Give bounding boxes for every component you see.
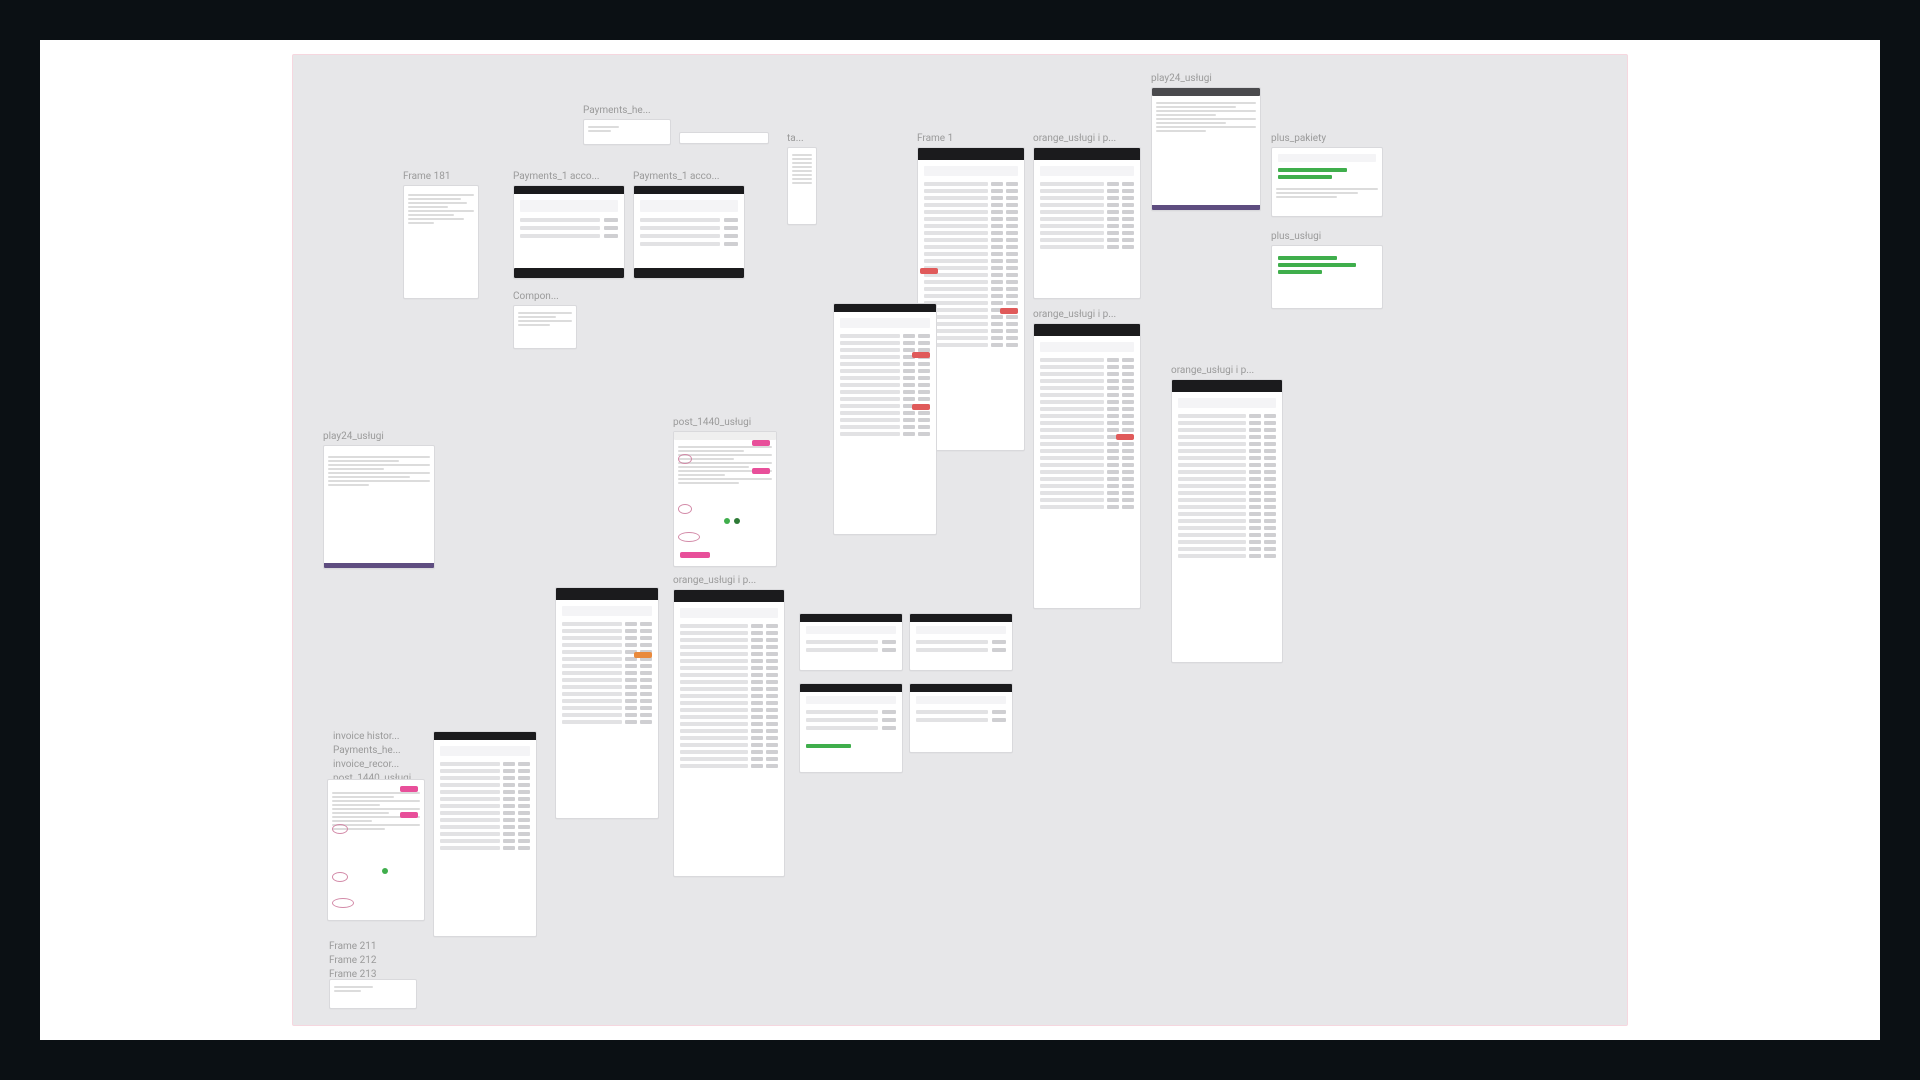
frame-181[interactable]: Frame 181 [403,171,479,299]
frame-unlabeled-bar[interactable] [679,132,769,144]
frame-label: orange_usługi i p... [1171,365,1283,377]
frame-orange-b[interactable]: orange_usługi i p... [1033,309,1141,609]
frame-orange-a[interactable]: orange_usługi i p... [1033,133,1141,299]
frame-post1440-b[interactable] [327,779,425,921]
frame-small-c[interactable] [799,683,903,773]
frame-label: play24_usługi [323,431,435,443]
frame-compon[interactable]: Compon... [513,291,577,349]
frame-payments-1a[interactable]: Payments_1 acco... [513,171,625,279]
frame-plus-uslugi[interactable]: plus_usługi [1271,231,1383,309]
frame-post1440-a[interactable]: post_1440_usługi [673,417,777,567]
frame-label: Frame 1 [917,133,1025,145]
frame-label: play24_usługi [1151,73,1261,85]
frame-orange-c[interactable]: orange_usługi i p... [1171,365,1283,663]
frame-label: plus_pakiety [1271,133,1383,145]
frame-label: Payments_1 acco... [513,171,625,183]
frame-label: ta... [787,133,817,145]
frame-play24-a[interactable]: play24_usługi [1151,73,1261,211]
stacked-small-frames: Frame 211 Frame 212 Frame 213 [329,941,409,981]
frame-label: Frame 181 [403,171,479,183]
frame-label: plus_usługi [1271,231,1383,243]
frame-small-d[interactable] [909,683,1013,753]
frame-small-b[interactable] [909,613,1013,671]
frame-label: Payments_he... [583,105,671,117]
viewport: Frame 181 Payments_he... [40,40,1880,1040]
frame-unlabeled-tall-left[interactable] [555,587,659,819]
frame-unlabeled-tall-mid[interactable] [833,303,937,535]
frame-payments-he[interactable]: Payments_he... [583,105,671,145]
frame-orange-d[interactable]: orange_usługi i p... [673,575,785,877]
frame-play24-b[interactable]: play24_usługi [323,431,435,569]
frame-label: post_1440_usługi [673,417,777,429]
letterbox: Frame 181 Payments_he... [0,0,1920,1080]
frame-label: Compon... [513,291,577,303]
frame-small-a[interactable] [799,613,903,671]
frame-label: orange_usługi i p... [673,575,785,587]
frame-plus-pakiety[interactable]: plus_pakiety [1271,133,1383,217]
frame-payments-1b[interactable]: Payments_1 acco... [633,171,745,279]
frame-label: orange_usługi i p... [1033,133,1141,145]
frame-tiny-card[interactable] [329,979,417,1009]
frame-label: Frame 212 [329,955,409,967]
frame-label: Frame 211 [329,941,409,953]
design-canvas[interactable]: Frame 181 Payments_he... [292,54,1628,1026]
frame-unlabeled-bottom-tall[interactable] [433,731,537,937]
frame-label: orange_usługi i p... [1033,309,1141,321]
frame-ta[interactable]: ta... [787,133,817,225]
frame-label: Payments_1 acco... [633,171,745,183]
